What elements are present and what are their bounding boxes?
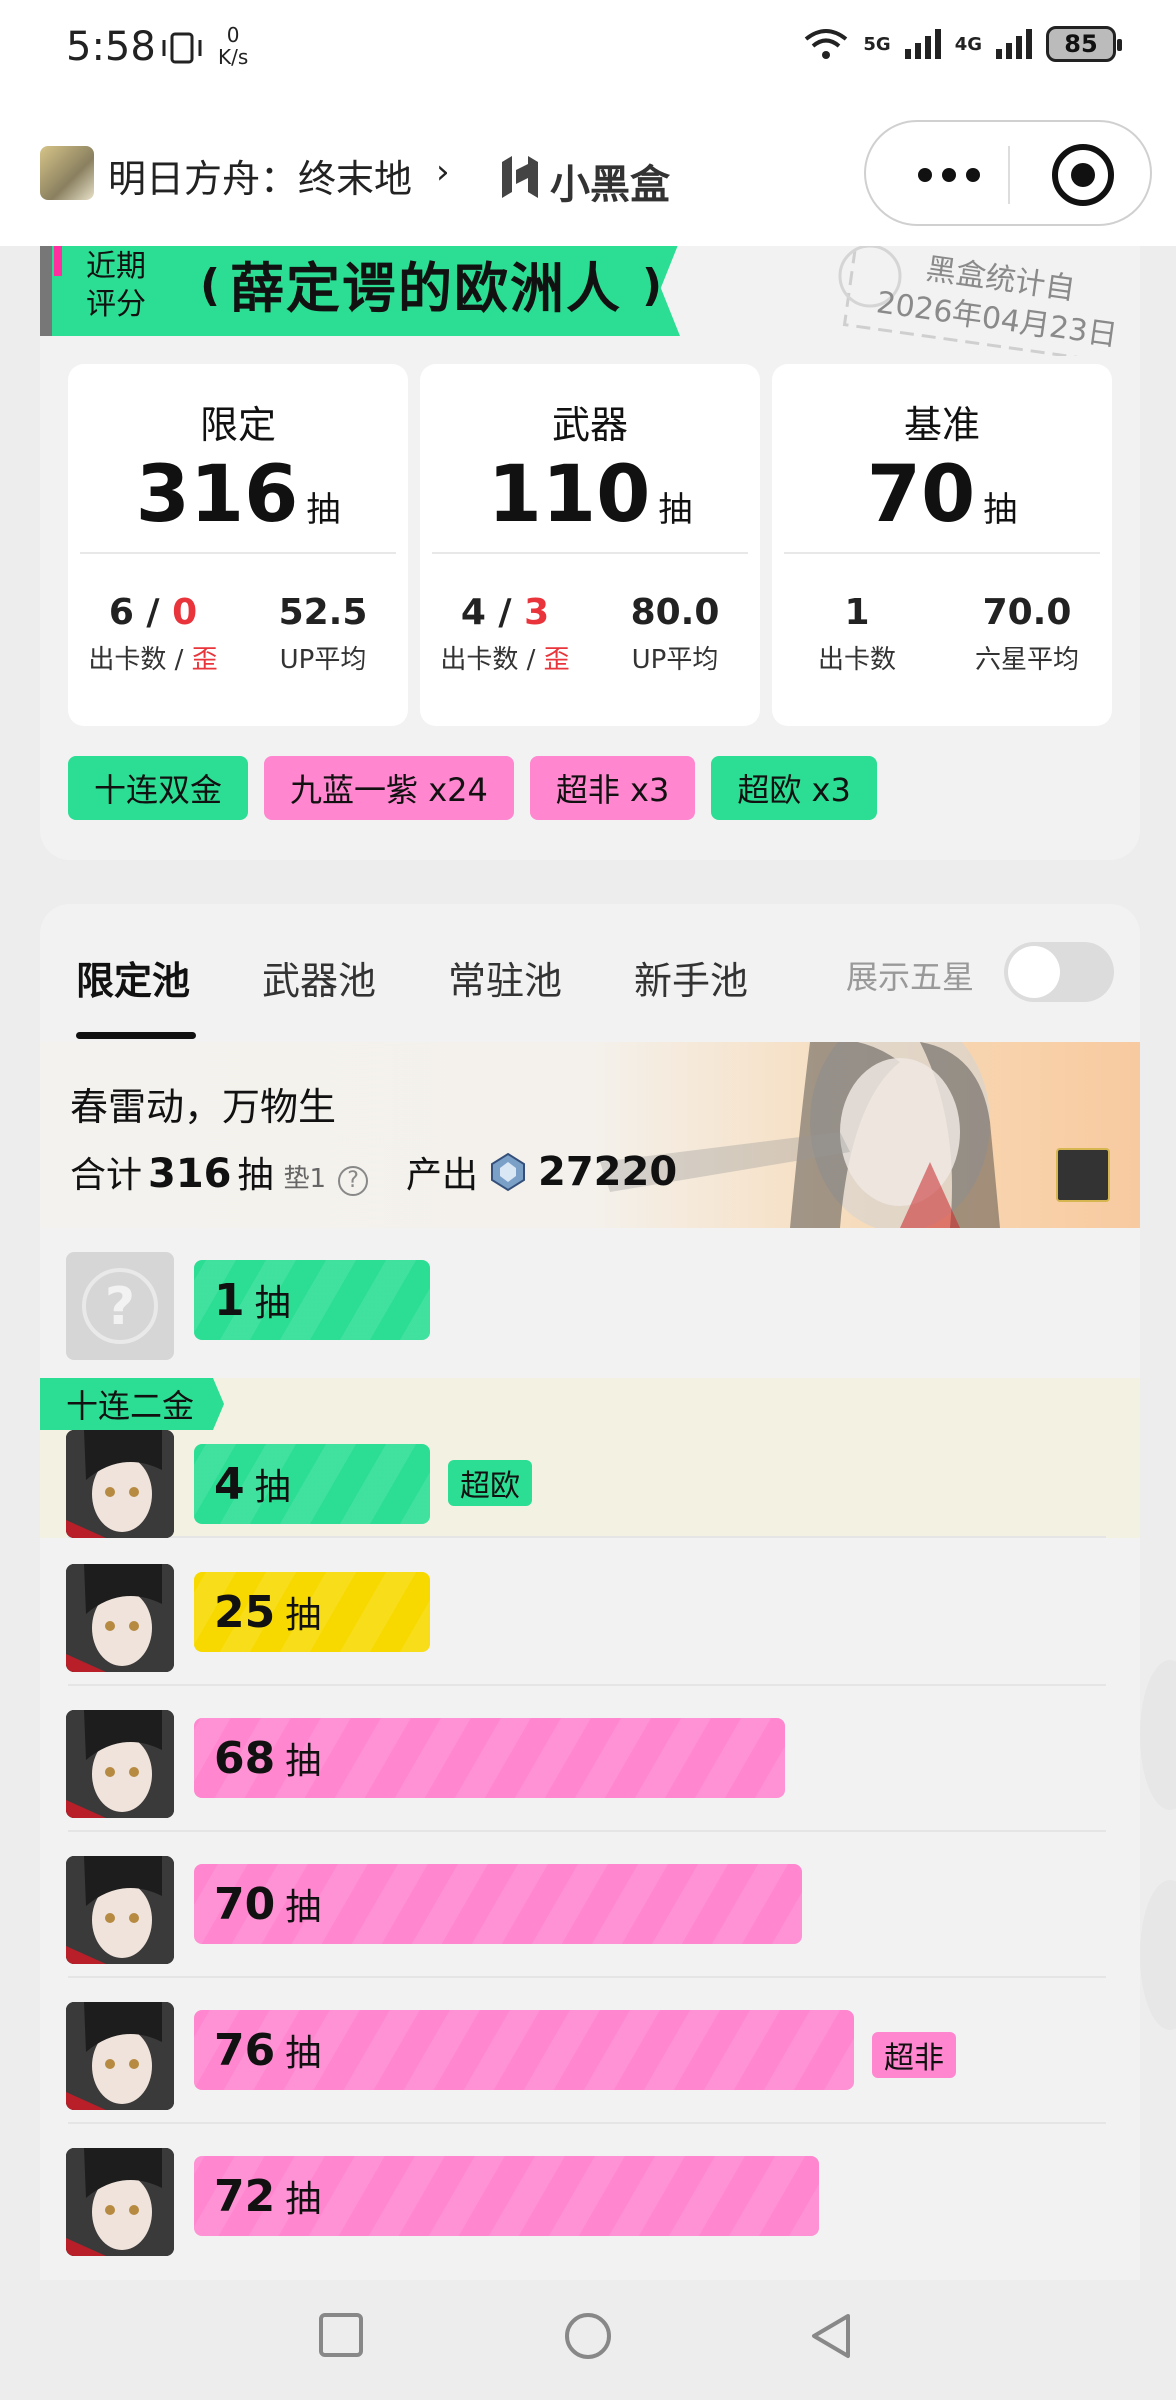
stat-box-limited[interactable]: 限定 316 抽 6 / 0 出卡数 / 歪 52.5 UP平均 [68,364,408,726]
achievement-tags: 十连双金 九蓝一紫 x24 超非 x3 超欧 x3 [68,756,877,820]
character-portrait [66,2148,174,2256]
stat-up-average: 80.0 UP平均 [630,592,720,675]
stat-box-weapon[interactable]: 武器 110 抽 4 / 3 出卡数 / 歪 80.0 UP平均 [420,364,760,726]
pull-count-bar: 70 抽 [194,1864,802,1944]
unknown-character-icon: ? [66,1252,174,1360]
show-five-star-toggle[interactable] [1004,942,1114,1002]
game-avatar[interactable] [40,146,94,200]
tab-indicator [76,1032,196,1039]
pull-row[interactable]: 4抽 超欧 [40,1430,1140,1538]
toggle-label: 展示五星 [846,958,975,996]
pool-name: 春雷动，万物生 [70,1085,337,1129]
pull-count-bar: 4抽 [194,1444,430,1524]
tag-nine-blue-one-purple[interactable]: 九蓝一紫 x24 [264,756,514,820]
score-card: 近期 评分 ( 薛定谔的欧洲人 ) 黑盒统计自 2026年04月23日 限定 3… [40,246,1140,860]
character-portrait [66,1856,174,1964]
heybox-logo-icon [502,156,538,198]
score-title: 薛定谔的欧洲人 [230,257,622,320]
group-label: 十连二金 [40,1378,225,1430]
stat-box-standard[interactable]: 基准 70 抽 1 出卡数 70.0 六星平均 [772,364,1112,726]
pull-row[interactable]: 25 抽 [40,1540,1140,1686]
pool-banner: 春雷动，万物生 合计 316 抽 垫1 ? 产出 27220 [40,1042,1140,1228]
super-unlucky-badge: 超非 [872,2032,956,2078]
pull-count-bar: 68 抽 [194,1718,785,1798]
net-4g-label: 4G [954,33,982,55]
stat-pulls-count: 6 / 0 出卡数 / 歪 [88,592,218,675]
pool-output: 产出 27220 [406,1149,678,1196]
system-nav-bar [0,2280,1176,2400]
stat-pulls-count: 4 / 3 出卡数 / 歪 [440,592,570,675]
character-portrait [66,1564,174,1672]
pull-row[interactable]: ? 1抽 [40,1228,1140,1374]
pool-card: 限定池 武器池 常驻池 新手池 展示五星 春雷动，万物生 合计 316 抽 垫1… [40,904,1140,2280]
pull-count-bar: 25 抽 [194,1572,430,1652]
character-portrait [66,2002,174,2110]
pull-row[interactable]: 70 抽 [40,1832,1140,1978]
net-5g-label: 5G [863,33,891,55]
app-header: 明日方舟：终末地 › 小黑盒 [0,108,1176,246]
tag-super-unlucky[interactable]: 超非 x3 [529,756,696,820]
stat-total: 70 抽 [866,450,1018,540]
chevron-right-icon[interactable]: › [436,152,450,192]
banner-character-art [600,1042,1000,1228]
stat-total: 110 抽 [487,450,693,540]
close-miniprogram-icon[interactable] [1052,144,1114,206]
tag-super-lucky[interactable]: 超欧 x3 [711,756,877,820]
tab-standard-pool[interactable]: 常驻池 [448,950,562,1005]
pool-total: 合计 316 抽 垫1 ? [70,1146,369,1198]
super-lucky-badge: 超欧 [448,1460,532,1506]
recent-apps-icon[interactable] [318,2312,364,2358]
pool-character-thumbnail[interactable] [1056,1148,1110,1202]
pull-row[interactable]: 72 抽 [40,2124,1140,2270]
pool-tabs: 限定池 武器池 常驻池 新手池 展示五星 [40,904,1140,1042]
stat-title: 基准 [903,403,980,447]
tab-beginner-pool[interactable]: 新手池 [634,950,748,1005]
stat-up-average: 52.5 UP平均 [278,592,368,675]
brand-name: 小黑盒 [550,162,670,208]
tag-double-gold[interactable]: 十连双金 [68,756,249,820]
currency-icon [491,1152,526,1192]
stat-title: 限定 [199,403,276,447]
wifi-icon [805,29,848,59]
stat-six-star-average: 70.0 六星平均 [974,592,1079,675]
game-title[interactable]: 明日方舟：终末地 [108,148,412,203]
svg-text:?: ? [105,1277,135,1337]
laurel-left-icon: ( [200,260,221,311]
capsule-menu [864,120,1152,226]
tab-limited-pool[interactable]: 限定池 [76,950,190,1005]
clock: 5:58 [66,24,156,70]
pull-row[interactable]: 68 抽 [40,1686,1140,1832]
pull-count-bar: 1抽 [194,1260,430,1340]
signal-icon [996,29,1032,59]
home-icon[interactable] [564,2312,612,2360]
status-bar: 5:58 0 K/s 5G 4G 85 [0,0,1176,108]
stat-pulls-count: 1 出卡数 [817,592,896,675]
signal-icon [904,29,941,59]
more-icon[interactable] [902,150,996,200]
character-portrait [66,1430,174,1538]
stat-total: 316 抽 [135,450,341,540]
pull-count-bar: 72 抽 [194,2156,819,2236]
pull-row[interactable]: 76 抽 超非 [40,1978,1140,2124]
back-icon[interactable] [808,2312,854,2360]
battery-icon: 85 [1046,26,1122,62]
net-speed: 0 K/s [218,23,249,69]
character-portrait [66,1710,174,1818]
pull-count-bar: 76 抽 [194,2010,854,2090]
score-label: 近期 评分 [86,249,146,322]
laurel-right-icon: ) [642,260,663,311]
tab-weapon-pool[interactable]: 武器池 [262,950,376,1005]
stat-title: 武器 [551,403,628,447]
help-icon[interactable]: ? [338,1166,369,1196]
vibrate-icon [162,32,202,64]
